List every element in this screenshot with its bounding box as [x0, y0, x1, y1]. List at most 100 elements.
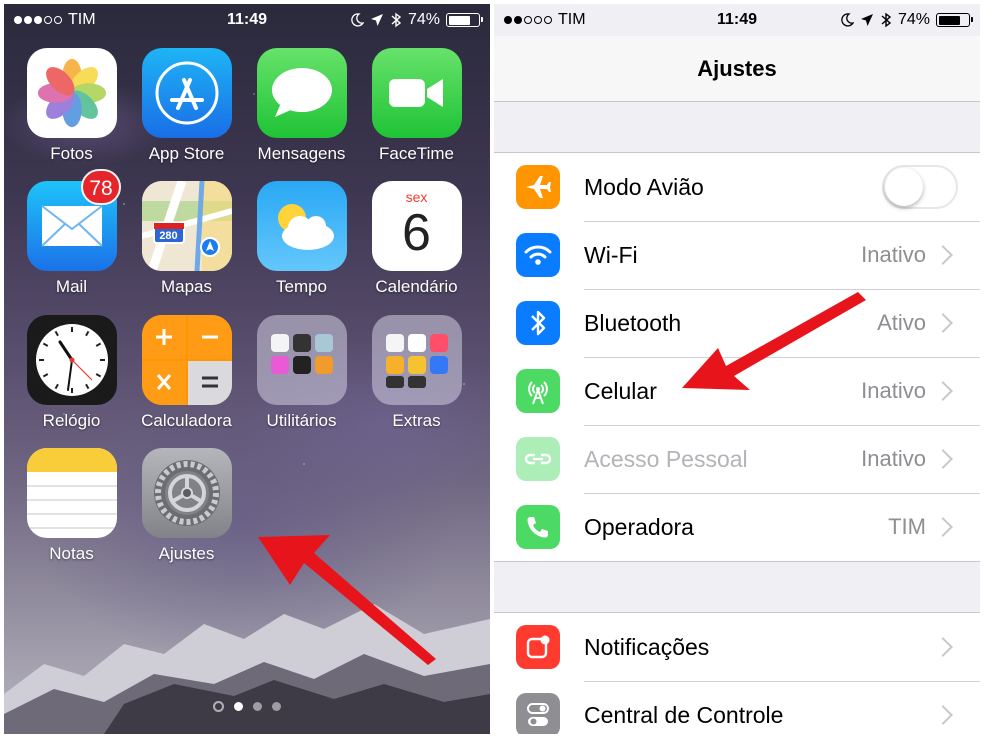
- facetime-icon: [371, 48, 462, 138]
- chevron-right-icon: [933, 705, 953, 725]
- messages-icon: [256, 48, 347, 138]
- settings-row-operadora[interactable]: Operadora TIM: [494, 493, 980, 561]
- calculator-icon: [141, 315, 232, 405]
- app-label: Calendário: [375, 277, 458, 296]
- app-label: Mensagens: [257, 144, 346, 163]
- app-ajustes[interactable]: Ajustes: [129, 448, 244, 564]
- settings-row-notificacoes[interactable]: Notificações: [494, 613, 980, 681]
- notification-badge: 78: [81, 169, 121, 205]
- location-arrow-icon: [860, 14, 873, 26]
- settings-group-system: Notificações Central de Controle: [494, 612, 980, 734]
- battery-icon: [936, 13, 973, 27]
- app-label: Tempo: [275, 277, 328, 296]
- carrier-name: TIM: [68, 11, 96, 28]
- settings-row-acesso-pessoal[interactable]: Acesso Pessoal Inativo: [494, 425, 980, 493]
- settings-row-celular[interactable]: Celular Inativo: [494, 357, 980, 425]
- app-calendario[interactable]: sex 6 Calendário: [359, 181, 474, 297]
- bluetooth-icon: [516, 301, 560, 345]
- notes-icon: [26, 448, 117, 538]
- app-label: Utilitários: [266, 411, 337, 430]
- app-label: Mapas: [160, 277, 213, 296]
- settings-group-connectivity: Modo Avião Wi-Fi Inativo Bluetooth Ativo: [494, 152, 980, 562]
- folder-extras[interactable]: Extras: [359, 315, 474, 431]
- spotlight-search-icon: [213, 701, 224, 712]
- bluetooth-status-icon: [881, 12, 892, 28]
- chevron-right-icon: [933, 313, 953, 333]
- app-label: Mail: [55, 277, 88, 296]
- signal-strength-icon: [14, 16, 62, 24]
- app-label: Extras: [392, 411, 441, 430]
- carrier-name: TIM: [558, 11, 586, 28]
- status-bar: TIM 11:49 74%: [4, 4, 490, 36]
- app-calculadora[interactable]: Calculadora: [129, 315, 244, 431]
- signal-strength-icon: [504, 16, 552, 24]
- app-mapas[interactable]: 280 Mapas: [129, 181, 244, 297]
- airplane-icon: [516, 165, 560, 209]
- page-dot: [253, 702, 262, 711]
- row-label: Wi-Fi: [584, 241, 638, 268]
- notifications-icon: [516, 625, 560, 669]
- weather-icon: [256, 181, 347, 271]
- photos-icon: [26, 48, 117, 138]
- chevron-right-icon: [933, 517, 953, 537]
- control-center-icon: [516, 693, 560, 734]
- row-value: Inativo: [861, 242, 926, 267]
- moon-icon: [841, 13, 854, 27]
- row-value: Ativo: [877, 310, 926, 335]
- app-label: FaceTime: [379, 144, 454, 163]
- app-label: App Store: [148, 144, 225, 163]
- app-app-store[interactable]: App Store: [129, 48, 244, 164]
- app-label: Relógio: [42, 411, 101, 430]
- row-label: Operadora: [584, 513, 694, 540]
- chevron-right-icon: [933, 449, 953, 469]
- home-screen: TIM 11:49 74% Fotos App Store Mensagens …: [4, 4, 490, 734]
- status-time: 11:49: [716, 11, 758, 28]
- clock-icon: [26, 315, 117, 405]
- location-arrow-icon: [370, 14, 383, 26]
- app-mail[interactable]: 78 Mail: [14, 169, 129, 297]
- row-value: TIM: [888, 514, 926, 539]
- row-value: Inativo: [861, 446, 926, 471]
- page-dot: [272, 702, 281, 711]
- app-facetime[interactable]: FaceTime: [359, 48, 474, 164]
- settings-row-central-de-controle[interactable]: Central de Controle: [494, 681, 980, 734]
- page-indicator[interactable]: [4, 701, 490, 712]
- chevron-right-icon: [933, 245, 953, 265]
- moon-icon: [351, 13, 364, 27]
- folder-icon: [256, 315, 347, 405]
- row-label: Bluetooth: [584, 309, 682, 336]
- hotspot-icon: [516, 437, 560, 481]
- row-label: Acesso Pessoal: [584, 445, 748, 472]
- settings-row-modo-aviao: Modo Avião: [494, 153, 980, 221]
- row-label: Central de Controle: [584, 701, 784, 728]
- settings-row-bluetooth[interactable]: Bluetooth Ativo: [494, 289, 980, 357]
- app-fotos[interactable]: Fotos: [14, 48, 129, 164]
- app-notas[interactable]: Notas: [14, 448, 129, 564]
- battery-percent: 74%: [897, 11, 930, 28]
- app-mensagens[interactable]: Mensagens: [244, 48, 359, 164]
- chevron-right-icon: [933, 637, 953, 657]
- app-label: Fotos: [50, 144, 93, 163]
- battery-icon: [446, 13, 483, 27]
- folder-utilitarios[interactable]: Utilitários: [244, 315, 359, 431]
- maps-icon: 280: [141, 181, 232, 271]
- settings-row-wifi[interactable]: Wi-Fi Inativo: [494, 221, 980, 289]
- app-relogio[interactable]: Relógio: [14, 315, 129, 431]
- folder-icon: [371, 315, 462, 405]
- chevron-right-icon: [933, 381, 953, 401]
- row-label: Modo Avião: [584, 173, 704, 200]
- cellular-antenna-icon: [516, 369, 560, 413]
- calendar-day-number: 6: [402, 204, 431, 262]
- page-dot: [234, 702, 243, 711]
- app-label: Calculadora: [141, 411, 232, 430]
- app-tempo[interactable]: Tempo: [244, 181, 359, 297]
- row-label: Notificações: [584, 633, 710, 660]
- status-bar: TIM 11:49 74%: [494, 4, 980, 36]
- row-value: Inativo: [861, 378, 926, 403]
- navigation-bar: Ajustes: [494, 36, 980, 102]
- row-label: Celular: [584, 377, 657, 404]
- status-time: 11:49: [226, 11, 268, 28]
- app-label: Ajustes: [158, 544, 215, 563]
- settings-screen: TIM 11:49 74% Ajustes Modo Avião Wi-Fi I…: [494, 4, 980, 734]
- airplane-mode-toggle[interactable]: [882, 165, 958, 209]
